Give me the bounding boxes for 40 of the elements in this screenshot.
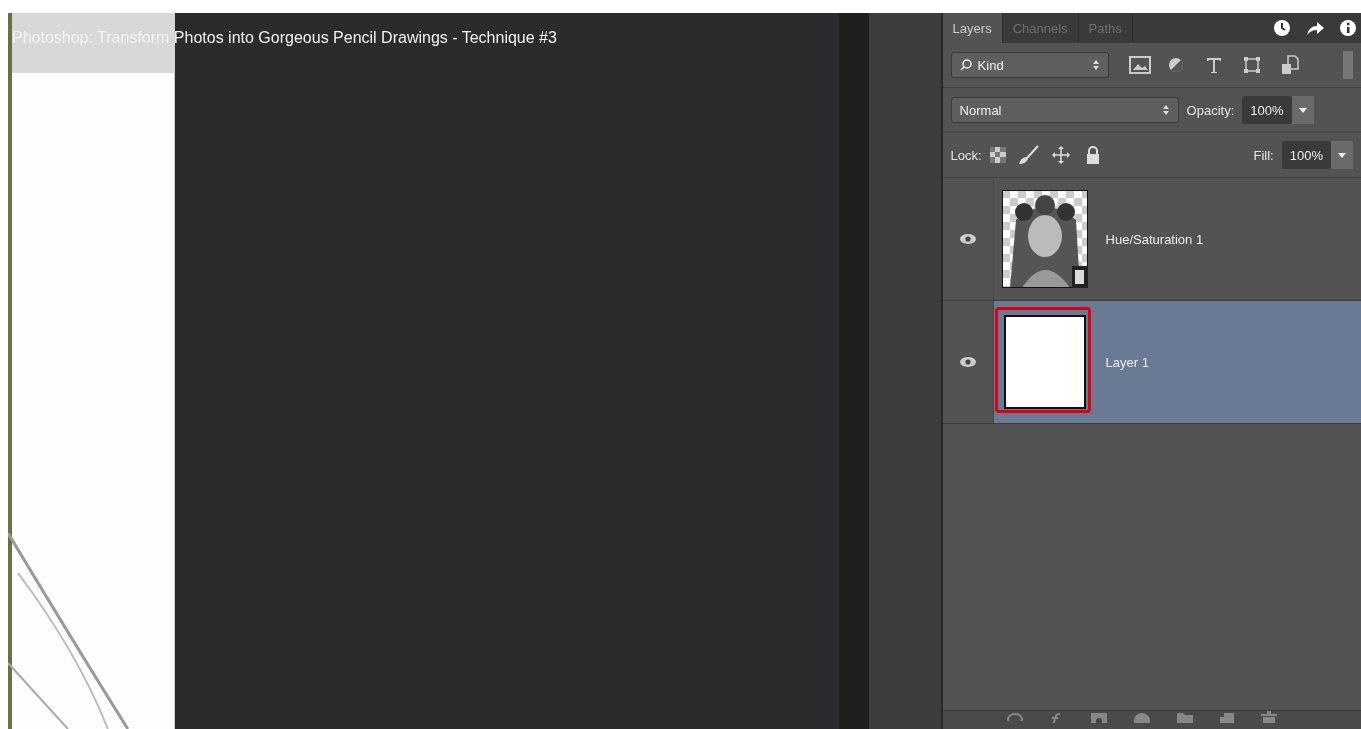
caret-icon [1338,152,1346,158]
smart-object-filter-icon[interactable] [1280,55,1299,75]
eye-icon[interactable] [958,233,977,245]
stepper-arrows-icon [1161,104,1170,116]
caret-icon [1298,107,1307,113]
panel-tab[interactable]: Layers [942,13,1003,43]
image-filter-icon[interactable] [1128,56,1151,74]
filter-dropdown[interactable]: Kind [950,52,1109,78]
lock-transparency-icon[interactable] [989,147,1006,163]
move-icon[interactable] [1051,146,1070,164]
fill-label: Fill: [1253,147,1274,163]
adjustment-icon[interactable] [1133,711,1150,723]
mask-icon[interactable] [1090,711,1107,723]
share-arrow-icon[interactable] [1305,19,1325,37]
clock-icon[interactable] [1273,19,1291,37]
opacity-dropdown-button[interactable] [1291,96,1314,124]
stepper-arrows-icon [1091,59,1100,71]
shape-filter-icon[interactable] [1242,56,1261,74]
fill-dropdown-button[interactable] [1331,141,1353,169]
opacity-label: Opacity: [1186,102,1235,118]
search-icon [959,59,972,71]
layer-name: Hue/Saturation 1 [1105,231,1204,247]
lock-icon[interactable] [1085,146,1100,164]
opacity-field[interactable]: 100% [1242,96,1292,124]
link-icon[interactable] [1006,711,1023,721]
blend-mode-dropdown[interactable]: Normal [950,97,1179,123]
eye-icon[interactable] [958,356,977,368]
new-layer-icon[interactable] [1219,711,1234,723]
lock-label: Lock: [950,147,982,163]
layer-name: Layer 1 [1105,354,1149,370]
adjustment-filter-icon[interactable] [1166,56,1185,74]
folder-icon[interactable] [1176,711,1193,723]
filter-toggle-icon[interactable] [1343,51,1353,79]
layer-row[interactable]: Hue/Saturation 1 [942,178,1361,301]
layer-row[interactable]: Layer 1 [942,301,1361,424]
info-icon[interactable] [1339,19,1357,37]
fill-field[interactable]: 100% [1281,141,1331,169]
type-filter-icon[interactable] [1204,56,1223,74]
brush-icon[interactable] [1017,145,1040,165]
trash-icon[interactable] [1260,711,1277,723]
